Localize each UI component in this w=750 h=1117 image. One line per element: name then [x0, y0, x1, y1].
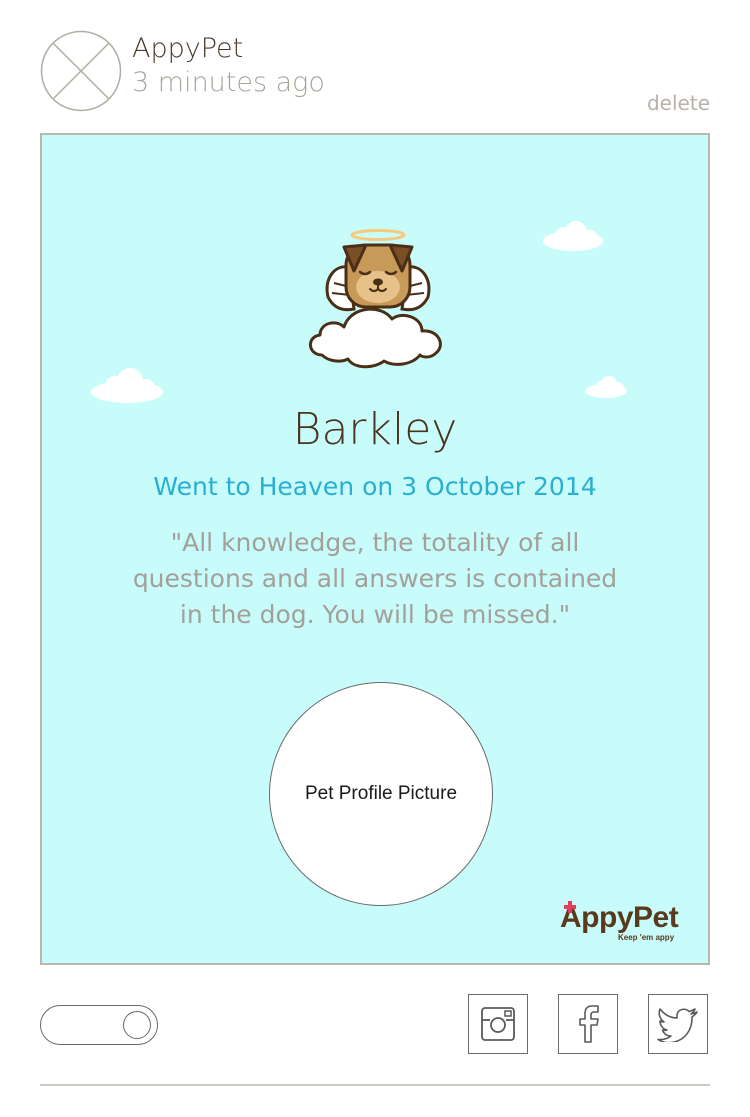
- cloud-icon: [543, 221, 603, 251]
- pet-profile-picture[interactable]: Pet Profile Picture: [269, 682, 493, 906]
- post-timestamp: 3 minutes ago: [132, 67, 325, 98]
- toggle-knob: [123, 1011, 151, 1039]
- memorial-quote: "All knowledge, the totality of all ques…: [132, 528, 618, 629]
- post-author-name: AppyPet: [132, 33, 244, 64]
- cloud-icon: [91, 368, 163, 403]
- cloud-icon: [585, 376, 627, 398]
- pet-profile-picture-label: Pet Profile Picture: [304, 783, 458, 804]
- share-instagram-button[interactable]: [468, 994, 528, 1054]
- share-twitter-button[interactable]: [648, 994, 708, 1054]
- cross-icon: [564, 901, 576, 913]
- brand-logo: AppyPet Keep 'em appy: [560, 901, 700, 949]
- brand-tagline: Keep 'em appy: [618, 933, 675, 942]
- angel-dog-on-cloud-icon: [309, 229, 442, 369]
- placeholder-image-icon: [40, 30, 122, 112]
- memorial-card: Barkley Went to Heaven on 3 October 2014…: [40, 133, 710, 965]
- instagram-icon: [481, 1007, 515, 1041]
- avatar: [40, 30, 122, 112]
- bottom-divider: [40, 1084, 710, 1086]
- passing-date: Went to Heaven on 3 October 2014: [153, 472, 597, 501]
- visibility-toggle[interactable]: [40, 1005, 158, 1045]
- pet-name: Barkley: [292, 404, 458, 455]
- twitter-icon: [657, 1008, 698, 1042]
- delete-button[interactable]: delete: [647, 90, 710, 116]
- facebook-icon: [579, 1005, 599, 1043]
- share-facebook-button[interactable]: [558, 994, 618, 1054]
- brand-logo-name: AppyPet: [560, 901, 679, 934]
